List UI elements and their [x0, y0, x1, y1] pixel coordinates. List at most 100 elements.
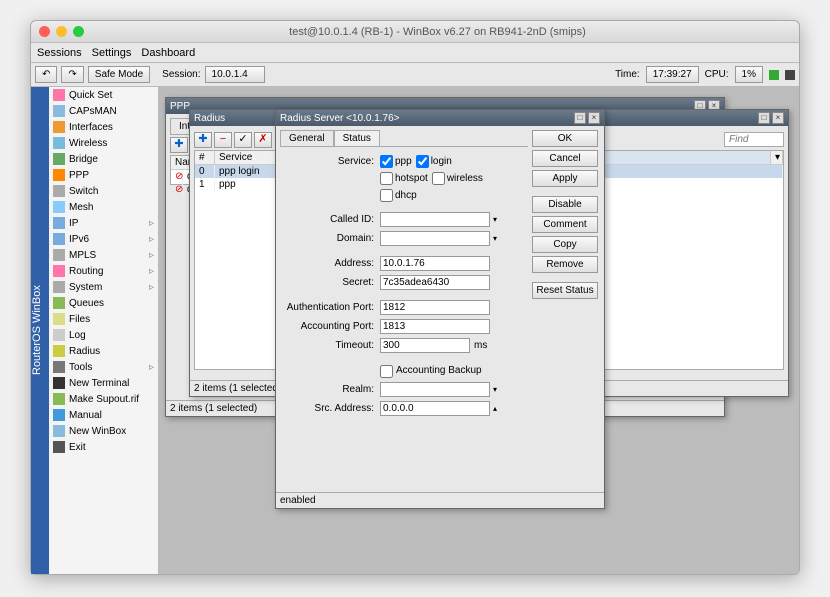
- sidebar-item-log[interactable]: Log: [49, 327, 158, 343]
- called-id-input[interactable]: [380, 212, 490, 227]
- domain-input[interactable]: [380, 231, 490, 246]
- src-address-input[interactable]: [380, 401, 490, 416]
- sidebar-item-queues[interactable]: Queues: [49, 295, 158, 311]
- nav-icon: [53, 233, 65, 245]
- sidebar-item-wireless[interactable]: Wireless: [49, 135, 158, 151]
- minimize-icon[interactable]: [56, 26, 67, 37]
- nav-icon: [53, 409, 65, 421]
- sidebar-item-mpls[interactable]: MPLS▹: [49, 247, 158, 263]
- sidebar-item-label: Bridge: [69, 154, 98, 165]
- sidebar-item-ppp[interactable]: PPP: [49, 167, 158, 183]
- acct-backup-checkbox[interactable]: Accounting Backup: [380, 365, 482, 378]
- sidebar-item-label: MPLS: [69, 250, 96, 261]
- toolbar: ↶ ↷ Safe Mode Session: 10.0.1.4 Time: 17…: [31, 63, 799, 87]
- chevron-up-icon[interactable]: ▴: [490, 404, 500, 413]
- session-value[interactable]: 10.0.1.4: [205, 66, 265, 83]
- remove-button[interactable]: Remove: [532, 256, 598, 273]
- sidebar-item-label: Log: [69, 330, 86, 341]
- sidebar-item-quick-set[interactable]: Quick Set: [49, 87, 158, 103]
- auth-port-input[interactable]: [380, 300, 490, 315]
- col-num[interactable]: #: [195, 151, 215, 164]
- sidebar-item-ipv6[interactable]: IPv6▹: [49, 231, 158, 247]
- dropdown-icon[interactable]: ▾: [771, 151, 783, 164]
- ok-button[interactable]: OK: [532, 130, 598, 147]
- remove-button[interactable]: −: [214, 132, 232, 148]
- sidebar-item-system[interactable]: System▹: [49, 279, 158, 295]
- reset-status-button[interactable]: Reset Status: [532, 282, 598, 299]
- time-label: Time:: [615, 69, 640, 80]
- window-min-icon[interactable]: □: [574, 112, 586, 124]
- menu-settings[interactable]: Settings: [92, 47, 132, 59]
- timeout-input[interactable]: [380, 338, 470, 353]
- sidebar-item-manual[interactable]: Manual: [49, 407, 158, 423]
- time-value: 17:39:27: [646, 66, 699, 83]
- menu-dashboard[interactable]: Dashboard: [141, 47, 195, 59]
- realm-input[interactable]: [380, 382, 490, 397]
- sidebar-item-interfaces[interactable]: Interfaces: [49, 119, 158, 135]
- sidebar-item-exit[interactable]: Exit: [49, 439, 158, 455]
- nav-icon: [53, 377, 65, 389]
- window-title: test@10.0.1.4 (RB-1) - WinBox v6.27 on R…: [84, 26, 791, 38]
- acct-port-input[interactable]: [380, 319, 490, 334]
- sidebar-item-ip[interactable]: IP ▹: [49, 215, 158, 231]
- service-wireless-checkbox[interactable]: wireless: [432, 172, 483, 185]
- nav-icon: [53, 313, 65, 325]
- service-dhcp-checkbox[interactable]: dhcp: [380, 189, 417, 202]
- sidebar-item-routing[interactable]: Routing▹: [49, 263, 158, 279]
- service-login-checkbox[interactable]: login: [416, 155, 452, 168]
- undo-button[interactable]: ↶: [35, 66, 57, 83]
- find-input[interactable]: [724, 132, 784, 147]
- sidebar-item-radius[interactable]: Radius: [49, 343, 158, 359]
- sidebar-item-label: New WinBox: [69, 426, 126, 437]
- chevron-down-icon[interactable]: ▾: [490, 215, 500, 224]
- sidebar-item-label: Switch: [69, 186, 98, 197]
- window-close-icon[interactable]: ×: [588, 112, 600, 124]
- sidebar-item-label: Tools: [69, 362, 92, 373]
- nav-icon: [53, 105, 65, 117]
- sidebar-item-label: Make Supout.rif: [69, 394, 139, 405]
- disable-button[interactable]: ✗: [254, 132, 272, 148]
- copy-button[interactable]: Copy: [532, 236, 598, 253]
- sidebar-item-new-terminal[interactable]: New Terminal: [49, 375, 158, 391]
- sidebar-item-label: Exit: [69, 442, 86, 453]
- sidebar-item-tools[interactable]: Tools▹: [49, 359, 158, 375]
- sidebar-item-label: Manual: [69, 410, 102, 421]
- sidebar-item-make-supout.rif[interactable]: Make Supout.rif: [49, 391, 158, 407]
- sidebar-item-bridge[interactable]: Bridge: [49, 151, 158, 167]
- chevron-right-icon: ▹: [149, 218, 154, 229]
- service-ppp-checkbox[interactable]: ppp: [380, 155, 412, 168]
- safe-mode-button[interactable]: Safe Mode: [88, 66, 150, 83]
- menu-sessions[interactable]: Sessions: [37, 47, 82, 59]
- disable-button[interactable]: Disable: [532, 196, 598, 213]
- redo-button[interactable]: ↷: [61, 66, 83, 83]
- sidebar-item-new-winbox[interactable]: New WinBox: [49, 423, 158, 439]
- ppp-title: PPP: [170, 101, 190, 112]
- chevron-down-icon[interactable]: ▾: [490, 385, 500, 394]
- maximize-icon[interactable]: [73, 26, 84, 37]
- window-min-icon[interactable]: □: [758, 112, 770, 124]
- address-input[interactable]: [380, 256, 490, 271]
- sidebar-item-switch[interactable]: Switch: [49, 183, 158, 199]
- tab-status[interactable]: Status: [334, 130, 380, 146]
- service-hotspot-checkbox[interactable]: hotspot: [380, 172, 428, 185]
- sidebar-item-files[interactable]: Files: [49, 311, 158, 327]
- sidebar-item-capsman[interactable]: CAPsMAN: [49, 103, 158, 119]
- mac-titlebar: test@10.0.1.4 (RB-1) - WinBox v6.27 on R…: [31, 21, 799, 43]
- cancel-button[interactable]: Cancel: [532, 150, 598, 167]
- secret-input[interactable]: [380, 275, 490, 290]
- tab-general[interactable]: General: [280, 130, 334, 146]
- sidebar-item-label: System: [69, 282, 102, 293]
- chevron-down-icon[interactable]: ▾: [490, 234, 500, 243]
- radius-dialog: Radius Server <10.0.1.76> □ × General St…: [275, 109, 605, 509]
- add-button[interactable]: ✚: [170, 137, 188, 153]
- enable-button[interactable]: ✓: [234, 132, 252, 148]
- close-icon[interactable]: [39, 26, 50, 37]
- apply-button[interactable]: Apply: [532, 170, 598, 187]
- comment-button[interactable]: Comment: [532, 216, 598, 233]
- window-close-icon[interactable]: ×: [772, 112, 784, 124]
- sidebar-item-mesh[interactable]: Mesh: [49, 199, 158, 215]
- sidebar-item-label: Routing: [69, 266, 103, 277]
- add-button[interactable]: ✚: [194, 132, 212, 148]
- sidebar-item-label: IP: [69, 218, 78, 229]
- sidebar-brand: RouterOS WinBox: [31, 87, 49, 574]
